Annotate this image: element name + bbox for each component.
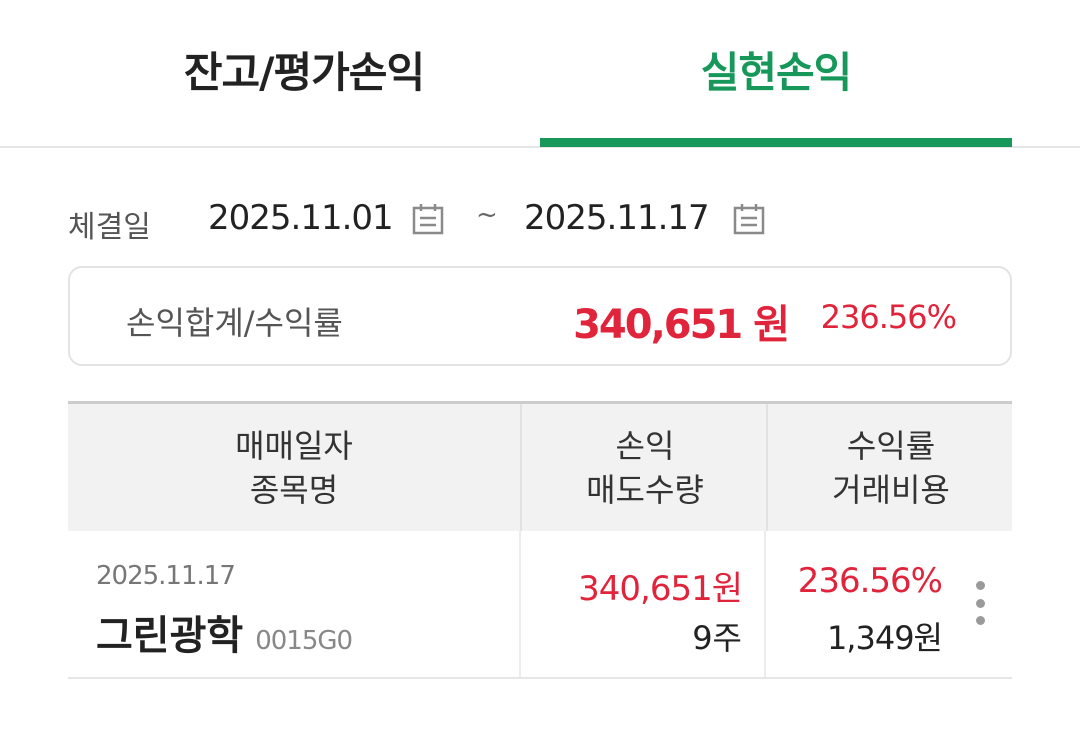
tab-realized-pnl[interactable]: 실현손익 bbox=[540, 0, 1012, 146]
header-rate: 수익률 bbox=[846, 426, 936, 465]
more-vertical-icon[interactable] bbox=[968, 581, 992, 625]
row-profit-loss: 340,651원 bbox=[578, 569, 743, 609]
header-pnl: 손익 bbox=[615, 426, 675, 465]
row-trade-date: 2025.11.17 bbox=[96, 561, 236, 591]
table-header: 매매일자 종목명 손익 매도수량 수익률 거래비용 bbox=[68, 401, 1012, 531]
date-from[interactable]: 2025.11.01 bbox=[208, 198, 394, 238]
date-filter-label: 체결일 bbox=[68, 210, 151, 245]
header-trade-date: 매매일자 bbox=[235, 426, 353, 465]
stock-name-text: 그린광학 bbox=[96, 613, 244, 659]
tab-bar: 잔고/평가손익 실현손익 bbox=[0, 0, 1080, 148]
calendar-icon[interactable] bbox=[732, 202, 766, 236]
row-stock-name: 그린광학 0015G0 bbox=[96, 603, 353, 661]
row-rate: 236.56% bbox=[797, 561, 943, 601]
row-stock-code: 0015G0 bbox=[255, 626, 353, 656]
row-sell-qty: 9주 bbox=[692, 619, 742, 657]
summary-rate: 236.56% bbox=[820, 298, 957, 336]
header-date-name: 매매일자 종목명 bbox=[68, 404, 520, 531]
header-cost: 거래비용 bbox=[832, 470, 950, 509]
column-divider bbox=[519, 531, 521, 677]
date-to[interactable]: 2025.11.17 bbox=[524, 198, 710, 238]
summary-label: 손익합계/수익률 bbox=[126, 304, 343, 342]
header-sell-qty: 매도수량 bbox=[586, 470, 704, 509]
tab-balance-valuation[interactable]: 잔고/평가손익 bbox=[68, 0, 540, 146]
header-rate-cost: 수익률 거래비용 bbox=[766, 404, 1014, 531]
realized-pnl-table: 매매일자 종목명 손익 매도수량 수익률 거래비용 2025.11.17 그린광… bbox=[68, 401, 1012, 679]
date-range-separator: ~ bbox=[476, 200, 498, 230]
active-tab-indicator bbox=[540, 138, 1012, 147]
summary-amount: 340,651 원 bbox=[573, 302, 790, 348]
row-trade-cost: 1,349원 bbox=[826, 619, 943, 657]
header-stock-name: 종목명 bbox=[249, 470, 339, 509]
table-row[interactable]: 2025.11.17 그린광학 0015G0 340,651원 9주 236.56… bbox=[68, 531, 1012, 679]
pnl-summary-box: 손익합계/수익률 340,651 원 236.56% bbox=[68, 266, 1012, 366]
calendar-icon[interactable] bbox=[411, 202, 445, 236]
column-divider bbox=[764, 531, 766, 677]
header-pnl-qty: 손익 매도수량 bbox=[520, 404, 768, 531]
date-filter: 체결일 2025.11.01 ~ 2025.11.17 bbox=[68, 192, 1012, 252]
